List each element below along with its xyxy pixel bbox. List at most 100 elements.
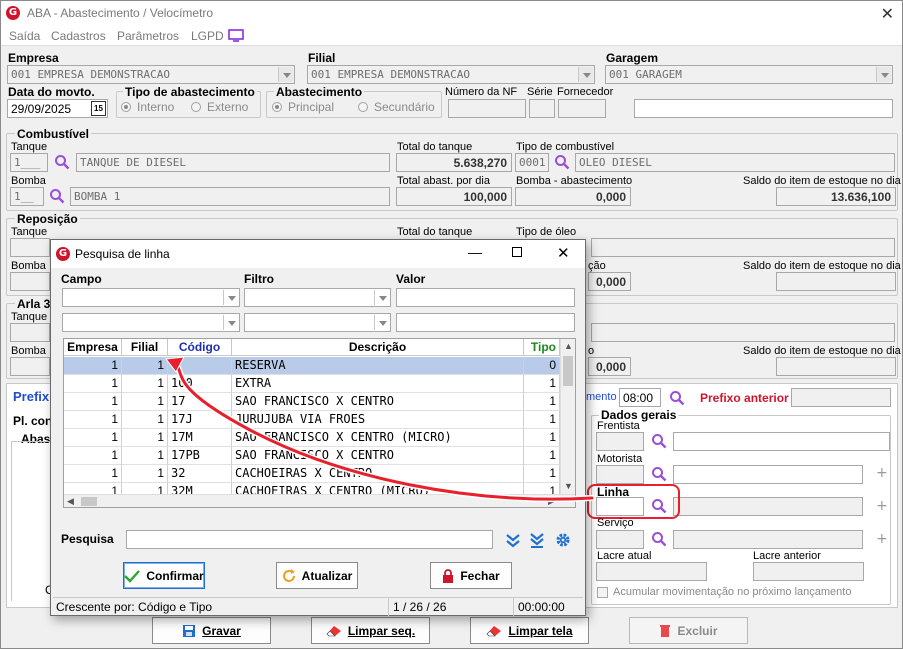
bomba-code-input[interactable]: 1__ xyxy=(10,187,44,206)
scroll-right-icon[interactable]: ▶ xyxy=(548,496,555,507)
motorista-name-input[interactable] xyxy=(673,465,863,484)
tanque-code-input[interactable]: 1___ xyxy=(10,153,48,172)
monitor-icon[interactable] xyxy=(228,29,244,42)
table-row[interactable]: 1 1 RESERVA 0 xyxy=(64,357,560,375)
filial-label: Filial xyxy=(308,51,336,65)
tipo-combustivel-code: 0001 xyxy=(515,153,549,172)
hscroll-thumb[interactable] xyxy=(81,497,97,506)
radio-externo[interactable]: Externo xyxy=(191,100,248,114)
reposicao-bomba-input[interactable] xyxy=(10,272,50,291)
chevron-double-down-icon[interactable] xyxy=(505,532,521,548)
campo-select-1[interactable] xyxy=(62,288,240,307)
reposicao-tanque-input[interactable] xyxy=(10,238,50,257)
col-empresa[interactable]: Empresa xyxy=(64,339,122,356)
scroll-left-icon[interactable]: ◀ xyxy=(67,496,74,507)
table-row[interactable]: 1 1 17 SAO FRANCISCO X CENTRO 1 xyxy=(64,393,560,411)
confirmar-button[interactable]: Confirmar xyxy=(123,562,205,589)
chevron-down-icon[interactable] xyxy=(876,67,891,82)
search-icon[interactable] xyxy=(54,154,70,170)
frentista-code-input[interactable] xyxy=(596,432,644,451)
servico-code-input[interactable] xyxy=(596,530,644,549)
plus-icon[interactable]: + xyxy=(876,531,888,547)
valor-input-1[interactable] xyxy=(396,288,575,307)
chevron-down-icon[interactable] xyxy=(223,290,238,305)
arla-bomba-label: Bomba xyxy=(11,345,46,357)
limpar-tela-button[interactable]: Limpar tela xyxy=(470,617,589,644)
maximize-icon[interactable] xyxy=(512,247,522,257)
valor-input-2[interactable] xyxy=(396,313,575,332)
calendar-icon[interactable]: 15 xyxy=(91,101,106,116)
pesquisa-input[interactable] xyxy=(126,530,493,549)
table-row[interactable]: 1 1 17M SAO FRANCISCO X CENTRO (MICRO) 1 xyxy=(64,429,560,447)
fornecedor-name-input[interactable] xyxy=(634,99,893,118)
menu-lgpd[interactable]: LGPD xyxy=(191,29,224,43)
search-icon[interactable] xyxy=(669,390,685,406)
chevron-down-icon[interactable] xyxy=(223,315,238,330)
bomba-abast-label: Bomba - abastecimento xyxy=(516,175,633,187)
valor-label: Valor xyxy=(396,272,426,286)
excluir-button[interactable]: Excluir xyxy=(629,617,748,644)
fechar-button[interactable]: Fechar xyxy=(430,562,512,589)
acumular-checkbox[interactable] xyxy=(597,587,608,598)
col-tipo[interactable]: Tipo xyxy=(524,339,560,356)
serie-input[interactable] xyxy=(529,99,555,118)
col-descricao[interactable]: Descrição xyxy=(232,339,524,356)
arla-tanque-input[interactable] xyxy=(10,323,50,342)
scroll-thumb[interactable] xyxy=(563,356,573,386)
table-row[interactable]: 1 1 100 EXTRA 1 xyxy=(64,375,560,393)
search-icon[interactable] xyxy=(651,433,667,449)
chevron-down-icon[interactable] xyxy=(578,67,593,82)
radio-principal[interactable]: Principal xyxy=(272,100,334,114)
gear-icon[interactable] xyxy=(555,532,571,548)
menu-saida[interactable]: Saída xyxy=(9,29,40,43)
scroll-down-icon[interactable]: ▼ xyxy=(564,481,573,491)
menu-cadastros[interactable]: Cadastros xyxy=(51,29,106,43)
lacre-atual-input[interactable] xyxy=(596,562,707,581)
search-icon[interactable] xyxy=(49,188,65,204)
campo-select-2[interactable] xyxy=(62,313,240,332)
gravar-button[interactable]: Gravar xyxy=(152,617,271,644)
filial-select[interactable]: 001 EMPRESA DEMONSTRACAO xyxy=(307,65,595,84)
tanque-name-input: TANQUE DE DIESEL xyxy=(76,153,390,172)
horizontal-scrollbar[interactable]: ◀ ▶ xyxy=(64,494,575,507)
search-icon[interactable] xyxy=(651,466,667,482)
fornecedor-code-input[interactable] xyxy=(558,99,606,118)
col-codigo[interactable]: Código xyxy=(168,339,232,356)
scroll-up-icon[interactable]: ▲ xyxy=(564,341,573,351)
menu-parametros[interactable]: Parâmetros xyxy=(117,29,179,43)
vertical-scrollbar[interactable]: ▲ ▼ xyxy=(560,339,575,494)
table-row[interactable]: 1 1 17PB SAO FRANCISCO X CENTRO 1 xyxy=(64,447,560,465)
filtro-select-1[interactable] xyxy=(244,288,391,307)
check-icon xyxy=(124,569,141,583)
plus-icon[interactable]: + xyxy=(876,498,888,514)
filtro-label: Filtro xyxy=(244,272,274,286)
radio-interno[interactable]: Interno xyxy=(121,100,174,114)
radio-secundario[interactable]: Secundário xyxy=(358,100,435,114)
frentista-name-input[interactable] xyxy=(673,432,890,451)
plus-icon[interactable]: + xyxy=(876,465,888,481)
table-row[interactable]: 1 1 17J JURUJUBA VIA FROES 1 xyxy=(64,411,560,429)
nf-input[interactable] xyxy=(448,99,526,118)
filtro-select-2[interactable] xyxy=(244,313,391,332)
limpar-seq-button[interactable]: Limpar seq. xyxy=(311,617,430,644)
hora-input[interactable]: 08:00 xyxy=(619,388,661,407)
arla-bomba-input[interactable] xyxy=(10,357,50,376)
motorista-code-input[interactable] xyxy=(596,465,644,484)
chevron-last-icon[interactable] xyxy=(529,532,545,548)
lacre-anterior-input xyxy=(753,562,864,581)
table-row[interactable]: 1 1 32 CACHOEIRAS X CENTRO 1 xyxy=(64,465,560,483)
search-icon[interactable] xyxy=(651,531,667,547)
atualizar-button[interactable]: Atualizar xyxy=(276,562,358,589)
menu-bar: Saída Cadastros Parâmetros LGPD xyxy=(1,26,902,46)
garagem-select[interactable]: 001 GARAGEM xyxy=(605,65,893,84)
chevron-down-icon[interactable] xyxy=(374,290,389,305)
col-filial[interactable]: Filial xyxy=(122,339,168,356)
chevron-down-icon[interactable] xyxy=(278,67,293,82)
chevron-down-icon[interactable] xyxy=(374,315,389,330)
close-icon[interactable]: ✕ xyxy=(557,244,570,262)
close-icon[interactable]: ✕ xyxy=(881,4,894,23)
empresa-select[interactable]: 001 EMPRESA DEMONSTRACAO xyxy=(7,65,295,84)
minimize-icon[interactable]: — xyxy=(468,244,482,260)
search-icon[interactable] xyxy=(554,154,570,170)
arla-name xyxy=(591,323,895,342)
